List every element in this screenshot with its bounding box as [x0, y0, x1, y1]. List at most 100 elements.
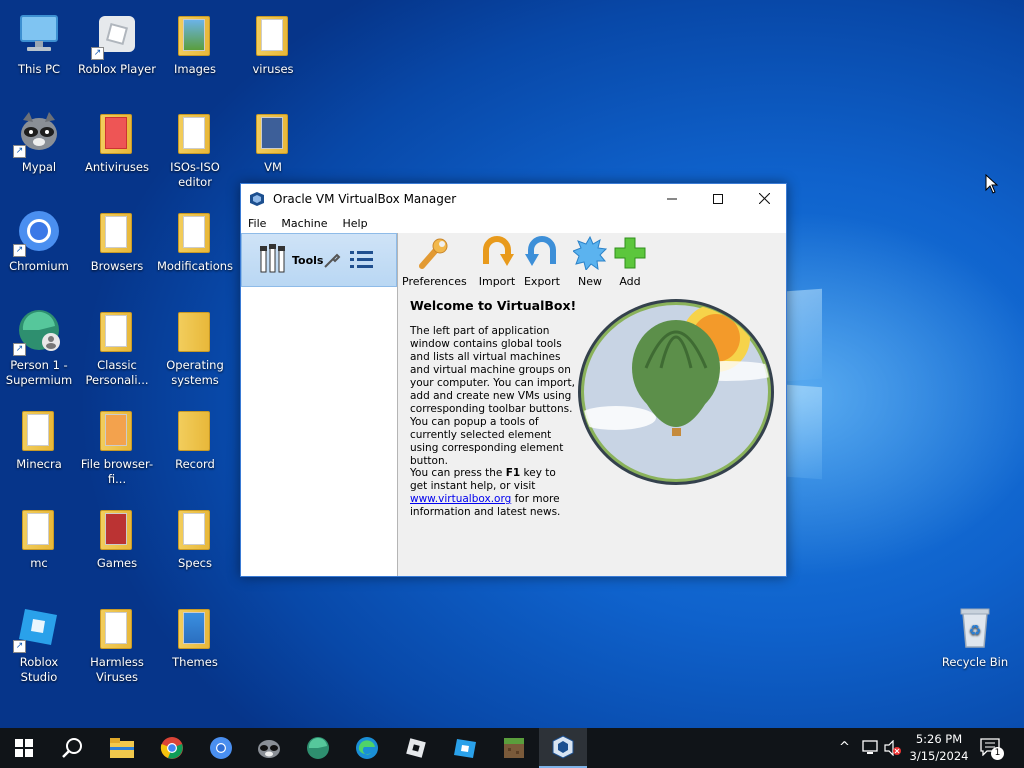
desktop-icon-games[interactable]: Games: [78, 504, 156, 571]
desktop-icon-browsers[interactable]: Browsers: [78, 207, 156, 274]
start-button[interactable]: [0, 728, 48, 768]
menu-machine[interactable]: Machine: [274, 217, 335, 230]
menu-file[interactable]: File: [241, 217, 274, 230]
wallpaper-logo-pane: [787, 288, 822, 382]
add-button[interactable]: Add: [610, 236, 650, 288]
desktop-icon-chromium[interactable]: ↗ Chromium: [0, 207, 78, 274]
desktop-icon-antiviruses[interactable]: Antiviruses: [78, 108, 156, 175]
minimize-button[interactable]: [649, 184, 695, 213]
volume-muted-icon[interactable]: [884, 740, 902, 756]
desktop-icon-label: mc: [30, 556, 48, 570]
taskbar-supermium[interactable]: [294, 728, 342, 768]
clock-date: 3/15/2024: [909, 749, 969, 763]
desktop-icon-modifications[interactable]: Modifications: [156, 207, 234, 274]
wrench-icon: [324, 253, 341, 268]
desktop-icon-label: Images: [173, 62, 216, 76]
desktop-icon-label: VM: [264, 160, 282, 174]
desktop-icon-harmless-viruses[interactable]: Harmless Viruses: [78, 603, 156, 685]
desktop-icon-record[interactable]: Record: [156, 405, 234, 472]
taskbar-edge[interactable]: [343, 728, 391, 768]
desktop-icon-label: Recycle Bin: [941, 655, 1009, 669]
show-hidden-icons-chevron-icon[interactable]: ^: [839, 740, 850, 755]
export-label: Export: [523, 275, 560, 288]
network-icon[interactable]: [862, 740, 880, 756]
taskbar-virtualbox[interactable]: [539, 728, 587, 768]
window-titlebar[interactable]: Oracle VM VirtualBox Manager: [241, 184, 786, 213]
desktop-icon-this-pc[interactable]: This PC: [0, 10, 78, 77]
folder-icon: [171, 504, 219, 552]
desktop-icon-label: Person 1 - Supermium: [5, 358, 73, 387]
desktop-icon-label: Modifications: [156, 259, 234, 273]
desktop-icon-minecra[interactable]: Minecra: [0, 405, 78, 472]
search-icon: [62, 738, 82, 758]
maximize-button[interactable]: [695, 184, 741, 213]
desktop-icon-specs[interactable]: Specs: [156, 504, 234, 571]
import-label: Import: [478, 275, 516, 288]
taskbar-mypal[interactable]: [245, 728, 293, 768]
search-button[interactable]: [48, 728, 96, 768]
desktop-icon-file-browser[interactable]: File browser-fi...: [78, 405, 156, 487]
virtualbox-manager-window: Oracle VM VirtualBox Manager File Machin…: [240, 183, 787, 577]
desktop-icon-themes[interactable]: Themes: [156, 603, 234, 670]
virtualbox-website-link[interactable]: www.virtualbox.org: [410, 493, 511, 505]
f1-key: F1: [505, 467, 521, 479]
window-title: Oracle VM VirtualBox Manager: [273, 191, 457, 206]
taskbar-minecraft[interactable]: [490, 728, 538, 768]
taskbar-file-explorer[interactable]: [98, 728, 146, 768]
desktop-icon-label: ISOs-ISO editor: [170, 160, 220, 189]
clock[interactable]: 5:26 PM 3/15/2024: [904, 731, 974, 765]
desktop-icon-label: Specs: [178, 556, 212, 570]
taskbar-roblox-player[interactable]: [392, 728, 440, 768]
new-button[interactable]: New: [570, 235, 610, 288]
desktop-icon-classic-personalization[interactable]: Classic Personali...: [78, 306, 156, 388]
folder-icon: [171, 405, 219, 453]
desktop-icon-label: Themes: [172, 655, 218, 669]
folder-icon: [93, 108, 141, 156]
taskbar-chromium[interactable]: [197, 728, 245, 768]
desktop-icon-viruses[interactable]: viruses: [234, 10, 312, 77]
menu-help[interactable]: Help: [335, 217, 375, 230]
taskbar-roblox-studio[interactable]: [441, 728, 489, 768]
desktop-icon-recycle-bin[interactable]: ♻ Recycle Bin: [936, 603, 1014, 670]
new-icon: [572, 235, 608, 272]
svg-text:♻: ♻: [969, 623, 982, 639]
preferences-button[interactable]: Preferences: [402, 236, 467, 288]
desktop-icon-roblox-player[interactable]: ↗ Roblox Player: [78, 10, 156, 77]
desktop-icon-operating-systems[interactable]: Operating systems: [156, 306, 234, 388]
desktop-icon-supermium[interactable]: ↗ Person 1 - Supermium: [0, 306, 78, 388]
notification-center-button[interactable]: 1: [980, 738, 1004, 760]
folder-icon: [171, 603, 219, 651]
list-menu-icon[interactable]: [349, 248, 375, 272]
maximize-icon: [713, 193, 723, 204]
folder-icon: [171, 108, 219, 156]
mouse-cursor-icon: [985, 174, 999, 194]
help-text: You can press the: [410, 467, 506, 479]
desktop-icon-roblox-studio[interactable]: ↗ Roblox Studio: [0, 603, 78, 685]
shortcut-arrow-icon: ↗: [13, 244, 26, 257]
desktop-icon-label: Record: [175, 457, 215, 471]
welcome-title: Welcome to VirtualBox!: [410, 298, 577, 313]
minecraft-block-icon: [504, 738, 524, 758]
chromium-icon: [210, 737, 232, 759]
export-button[interactable]: Export: [521, 236, 563, 288]
desktop-icon-isos[interactable]: ISOs-ISO editor: [156, 108, 234, 190]
close-button[interactable]: [741, 184, 787, 213]
desktop-icon-label: viruses: [252, 62, 294, 76]
desktop-icon-images[interactable]: Images: [156, 10, 234, 77]
welcome-paragraph: The left part of application window cont…: [410, 325, 575, 467]
windows-logo-icon: [15, 739, 33, 757]
desktop-icon-label: Harmless Viruses: [90, 655, 144, 684]
roblox-icon: ↗: [91, 10, 141, 60]
preferences-icon: [419, 238, 448, 269]
taskbar-chrome[interactable]: [148, 728, 196, 768]
desktop-icon-mc[interactable]: mc: [0, 504, 78, 571]
desktop-icon-mypal[interactable]: ↗ Mypal: [0, 108, 78, 175]
tools-item[interactable]: Tools: [241, 233, 397, 287]
desktop-icon-label: This PC: [17, 62, 61, 76]
desktop-icon-label: Operating systems: [166, 358, 224, 387]
desktop-icon-vm[interactable]: VM: [234, 108, 312, 175]
import-button[interactable]: Import: [476, 236, 518, 288]
folder-icon: [93, 207, 141, 255]
roblox-studio-icon: ↗: [13, 603, 63, 653]
shortcut-arrow-icon: ↗: [13, 145, 26, 158]
